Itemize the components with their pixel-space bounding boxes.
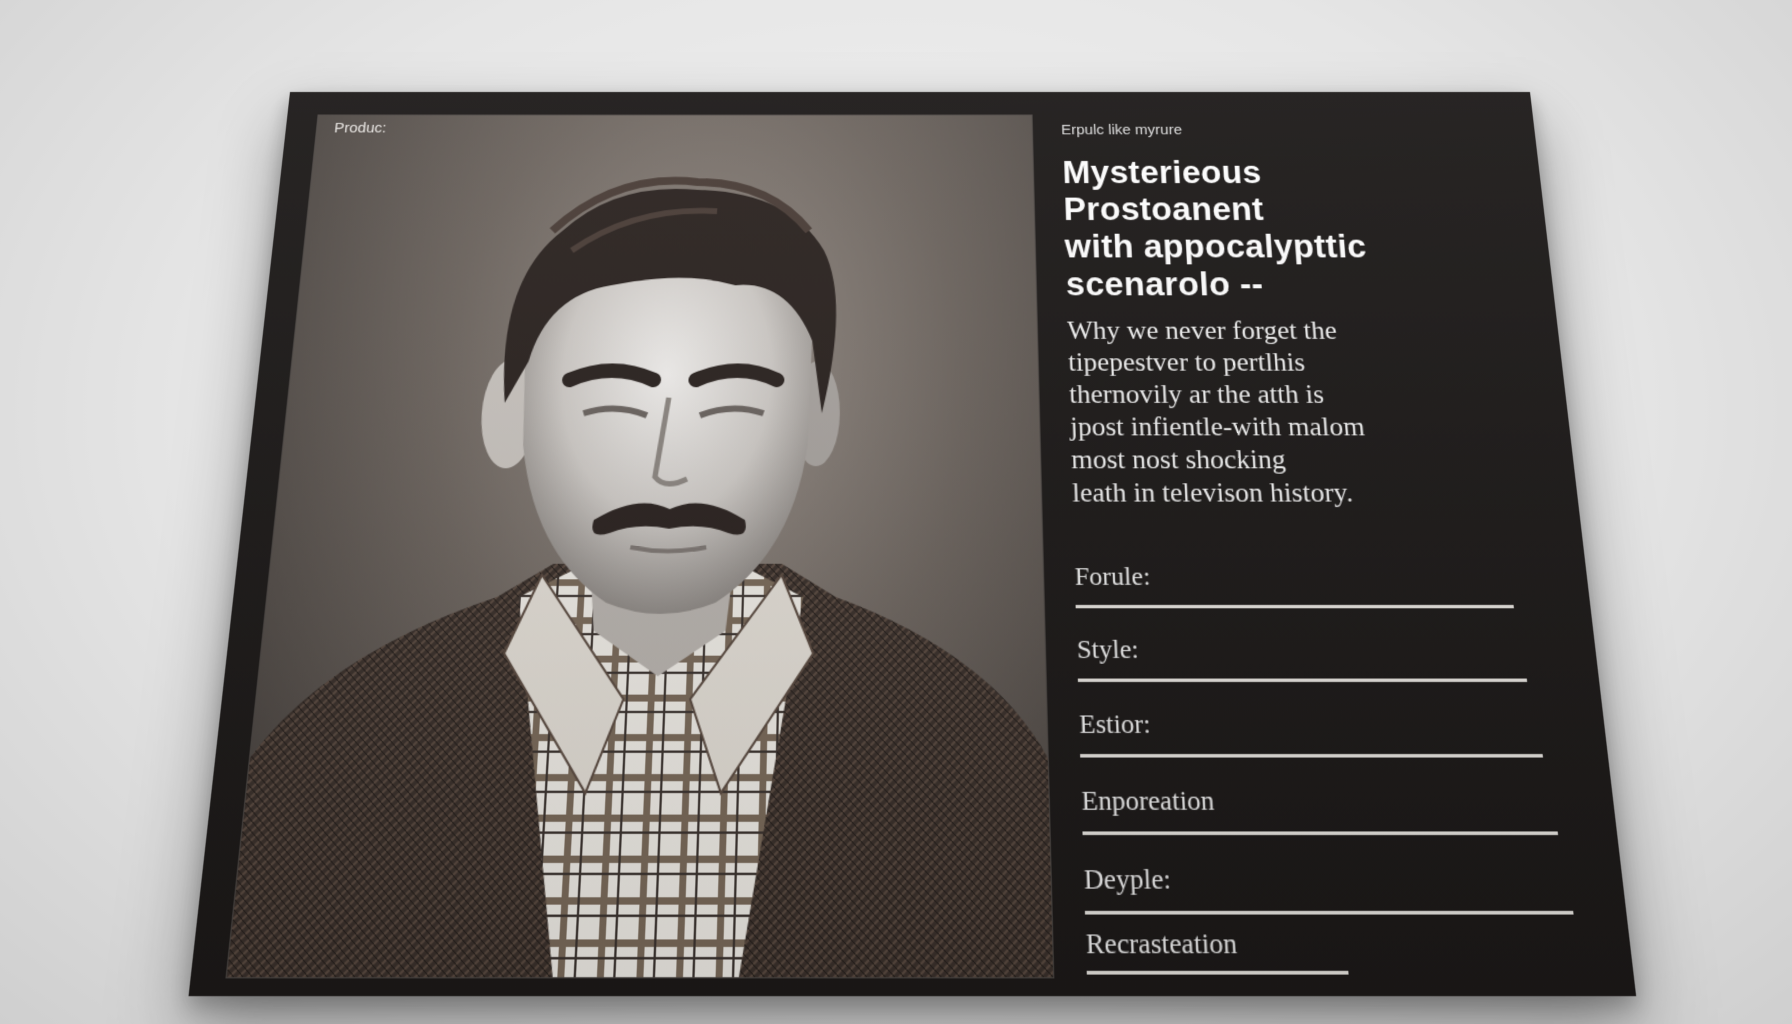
description-line: most nost shocking	[1070, 443, 1287, 475]
description-line: jpost infientle-with malom	[1069, 411, 1366, 442]
eyebrow-text: Erpulc like myrure	[1060, 122, 1183, 139]
field-rule	[1077, 678, 1528, 682]
title-line: Prostoanent	[1063, 190, 1265, 227]
field-rule	[1084, 910, 1574, 915]
field-label-forule: Forule:	[1074, 562, 1151, 592]
profile-card: Produc: Erpulc like myrure Mysterieous P…	[188, 92, 1637, 997]
field-label-estior: Estior:	[1078, 709, 1152, 740]
field-label-style: Style:	[1076, 635, 1140, 665]
portrait-image	[226, 115, 1054, 978]
card-description: Why we never forget the tipepestver to p…	[1067, 314, 1372, 509]
description-line: Why we never forget the	[1066, 315, 1338, 345]
field-rule	[1080, 754, 1543, 758]
description-line: thernovily ar the atth is	[1068, 378, 1325, 410]
field-rule	[1086, 970, 1349, 975]
stage: Produc: Erpulc like myrure Mysterieous P…	[0, 0, 1792, 1024]
title-line: scenarolo --	[1065, 265, 1265, 303]
photo-label: Produc:	[333, 120, 388, 137]
field-label-recrasteation: Recrasteation	[1085, 928, 1239, 961]
card-title: Mysterieous Prostoanent with appocalyptt…	[1062, 154, 1371, 303]
field-label-enporeation: Enporeation	[1081, 785, 1216, 817]
field-rule	[1075, 604, 1514, 609]
field-rule	[1082, 831, 1559, 836]
title-line: with appocalypttic	[1064, 227, 1368, 265]
description-line: leath in televison history.	[1071, 476, 1354, 509]
title-line: Mysterieous	[1061, 154, 1263, 190]
info-panel: Erpulc like myrure Mysterieous Prostoane…	[1061, 114, 1599, 975]
field-label-deyple: Deyple:	[1083, 864, 1172, 897]
portrait-frame	[225, 114, 1055, 979]
description-line: tipepestver to pertlhis	[1067, 347, 1306, 377]
